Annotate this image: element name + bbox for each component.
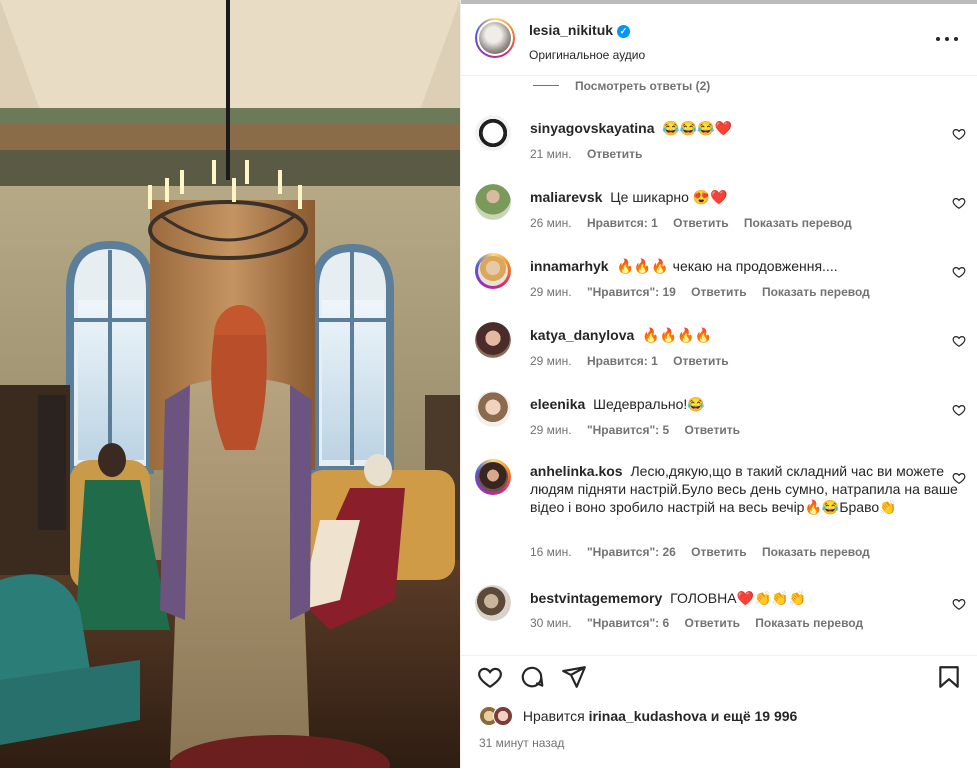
comment-likes-count[interactable]: Нравится: 1 <box>587 216 658 230</box>
comment-username[interactable]: bestvintagememory <box>530 590 662 606</box>
reply-button[interactable]: Ответить <box>691 545 746 559</box>
comment-username[interactable]: anhelinka.kos <box>530 463 623 479</box>
comment-likes-count[interactable]: Нравится: 1 <box>587 354 658 368</box>
bookmark-icon[interactable] <box>936 664 962 690</box>
share-icon[interactable] <box>561 664 587 690</box>
comment-time[interactable]: 29 мин. <box>530 285 572 299</box>
verified-badge-icon: ✓ <box>617 25 631 38</box>
likes-prefix: Нравится <box>522 708 585 724</box>
comment-time[interactable]: 21 мин. <box>530 147 572 161</box>
comment-body: katya_danylova 🔥🔥🔥🔥 <box>530 326 950 344</box>
author-username-row[interactable]: lesia_nikituk ✓ <box>529 22 631 38</box>
comment-text: 🔥🔥🔥 чекаю на продовження.... <box>616 258 838 274</box>
comment-meta: 26 мин. Нравится: 1 Ответить Показать пе… <box>530 216 864 230</box>
post-time[interactable]: 31 минут назад <box>479 736 564 750</box>
comment-likes-count[interactable]: "Нравится": 6 <box>587 616 669 630</box>
likes-text: Нравится irinaa_kudashova и ещё 19 996 <box>523 708 797 724</box>
comment-time[interactable]: 29 мин. <box>530 423 572 437</box>
comment-body: anhelinka.kos Лесю,дякую,що в такий скла… <box>530 462 960 516</box>
show-translation-button[interactable]: Показать перевод <box>762 285 870 299</box>
comment-meta: 29 мин. "Нравится": 5 Ответить <box>530 423 752 437</box>
replies-divider <box>533 85 559 86</box>
comment-likes-count[interactable]: "Нравится": 19 <box>587 285 676 299</box>
reply-button[interactable]: Ответить <box>673 216 728 230</box>
comment-icon[interactable] <box>519 664 545 690</box>
comment-meta: 21 мин. Ответить <box>530 147 654 161</box>
comment-like-heart-icon[interactable] <box>952 471 966 485</box>
reply-button[interactable]: Ответить <box>685 616 740 630</box>
author-avatar[interactable] <box>475 18 515 58</box>
comment-meta: 30 мин. "Нравится": 6 Ответить Показать … <box>530 616 875 630</box>
post-actions: Нравится irinaa_kudashova и ещё 19 996 3… <box>461 655 977 769</box>
show-translation-button[interactable]: Показать перевод <box>744 216 852 230</box>
likes-count[interactable]: и ещё 19 996 <box>711 708 798 724</box>
author-username[interactable]: lesia_nikituk <box>529 22 613 38</box>
comment-meta: 29 мин. "Нравится": 19 Ответить Показать… <box>530 285 882 299</box>
comment-body: bestvintagememory ГОЛОВНА❤️👏👏👏 <box>530 589 950 607</box>
comment-body: maliarevsk Це шикарно 😍❤️ <box>530 188 950 206</box>
reply-button[interactable]: Ответить <box>673 354 728 368</box>
liker-username[interactable]: irinaa_kudashova <box>589 708 707 724</box>
comment-likes-count[interactable]: "Нравится": 26 <box>587 545 676 559</box>
comment-like-heart-icon[interactable] <box>952 403 966 417</box>
reply-button[interactable]: Ответить <box>685 423 740 437</box>
comment-like-heart-icon[interactable] <box>952 334 966 348</box>
comment-username[interactable]: innamarhyk <box>530 258 609 274</box>
comment-text: ГОЛОВНА❤️👏👏👏 <box>670 590 807 606</box>
reply-button[interactable]: Ответить <box>587 147 642 161</box>
comment-time[interactable]: 16 мин. <box>530 545 572 559</box>
comment-username[interactable]: sinyagovskayatina <box>530 120 655 136</box>
show-translation-button[interactable]: Показать перевод <box>762 545 870 559</box>
more-options-icon[interactable] <box>936 32 960 46</box>
comment-body: innamarhyk 🔥🔥🔥 чекаю на продовження.... <box>530 257 950 275</box>
comment-body: eleenika Шедеврально!😂 <box>530 395 950 413</box>
comment-avatar[interactable] <box>475 585 511 621</box>
comment-text: 🔥🔥🔥🔥 <box>642 327 712 343</box>
comment-text: Шедеврально!😂 <box>593 396 705 412</box>
comments-list[interactable]: Посмотреть ответы (2) sinyagovskayatina … <box>461 75 977 655</box>
original-audio-link[interactable]: Оригинальное аудио <box>529 48 645 62</box>
comment-like-heart-icon[interactable] <box>952 265 966 279</box>
comment-avatar[interactable] <box>475 115 511 151</box>
comment-meta: 29 мин. Нравится: 1 Ответить <box>530 354 741 368</box>
comment-time[interactable]: 26 мин. <box>530 216 572 230</box>
comment-avatar[interactable] <box>475 459 511 495</box>
comment-avatar[interactable] <box>475 184 511 220</box>
comment-body: sinyagovskayatina 😂😂😂❤️ <box>530 119 950 137</box>
comment-like-heart-icon[interactable] <box>952 597 966 611</box>
post-image <box>0 0 460 768</box>
comment-username[interactable]: maliarevsk <box>530 189 602 205</box>
comment-time[interactable]: 29 мин. <box>530 354 572 368</box>
comment-username[interactable]: eleenika <box>530 396 585 412</box>
comment-text: Це шикарно 😍❤️ <box>610 189 728 205</box>
comment-like-heart-icon[interactable] <box>952 127 966 141</box>
reply-button[interactable]: Ответить <box>691 285 746 299</box>
comment-avatar[interactable] <box>475 253 511 289</box>
comment-like-heart-icon[interactable] <box>952 196 966 210</box>
heart-icon[interactable] <box>477 664 503 690</box>
liker-avatar <box>493 706 513 726</box>
comment-avatar[interactable] <box>475 391 511 427</box>
view-replies-button[interactable]: Посмотреть ответы (2) <box>533 79 710 95</box>
post-photo[interactable] <box>0 0 460 768</box>
post-details-panel: lesia_nikituk ✓ Оригинальное аудио Посмот… <box>460 0 977 768</box>
comment-username[interactable]: katya_danylova <box>530 327 634 343</box>
show-translation-button[interactable]: Показать перевод <box>755 616 863 630</box>
likes-summary[interactable]: Нравится irinaa_kudashova и ещё 19 996 <box>479 706 797 726</box>
comment-time[interactable]: 30 мин. <box>530 616 572 630</box>
post-header: lesia_nikituk ✓ Оригинальное аудио <box>461 4 977 76</box>
comment-text: 😂😂😂❤️ <box>662 120 733 136</box>
comment-likes-count[interactable]: "Нравится": 5 <box>587 423 669 437</box>
comment-avatar[interactable] <box>475 322 511 358</box>
comment-meta: 16 мин. "Нравится": 26 Ответить Показать… <box>530 545 882 559</box>
